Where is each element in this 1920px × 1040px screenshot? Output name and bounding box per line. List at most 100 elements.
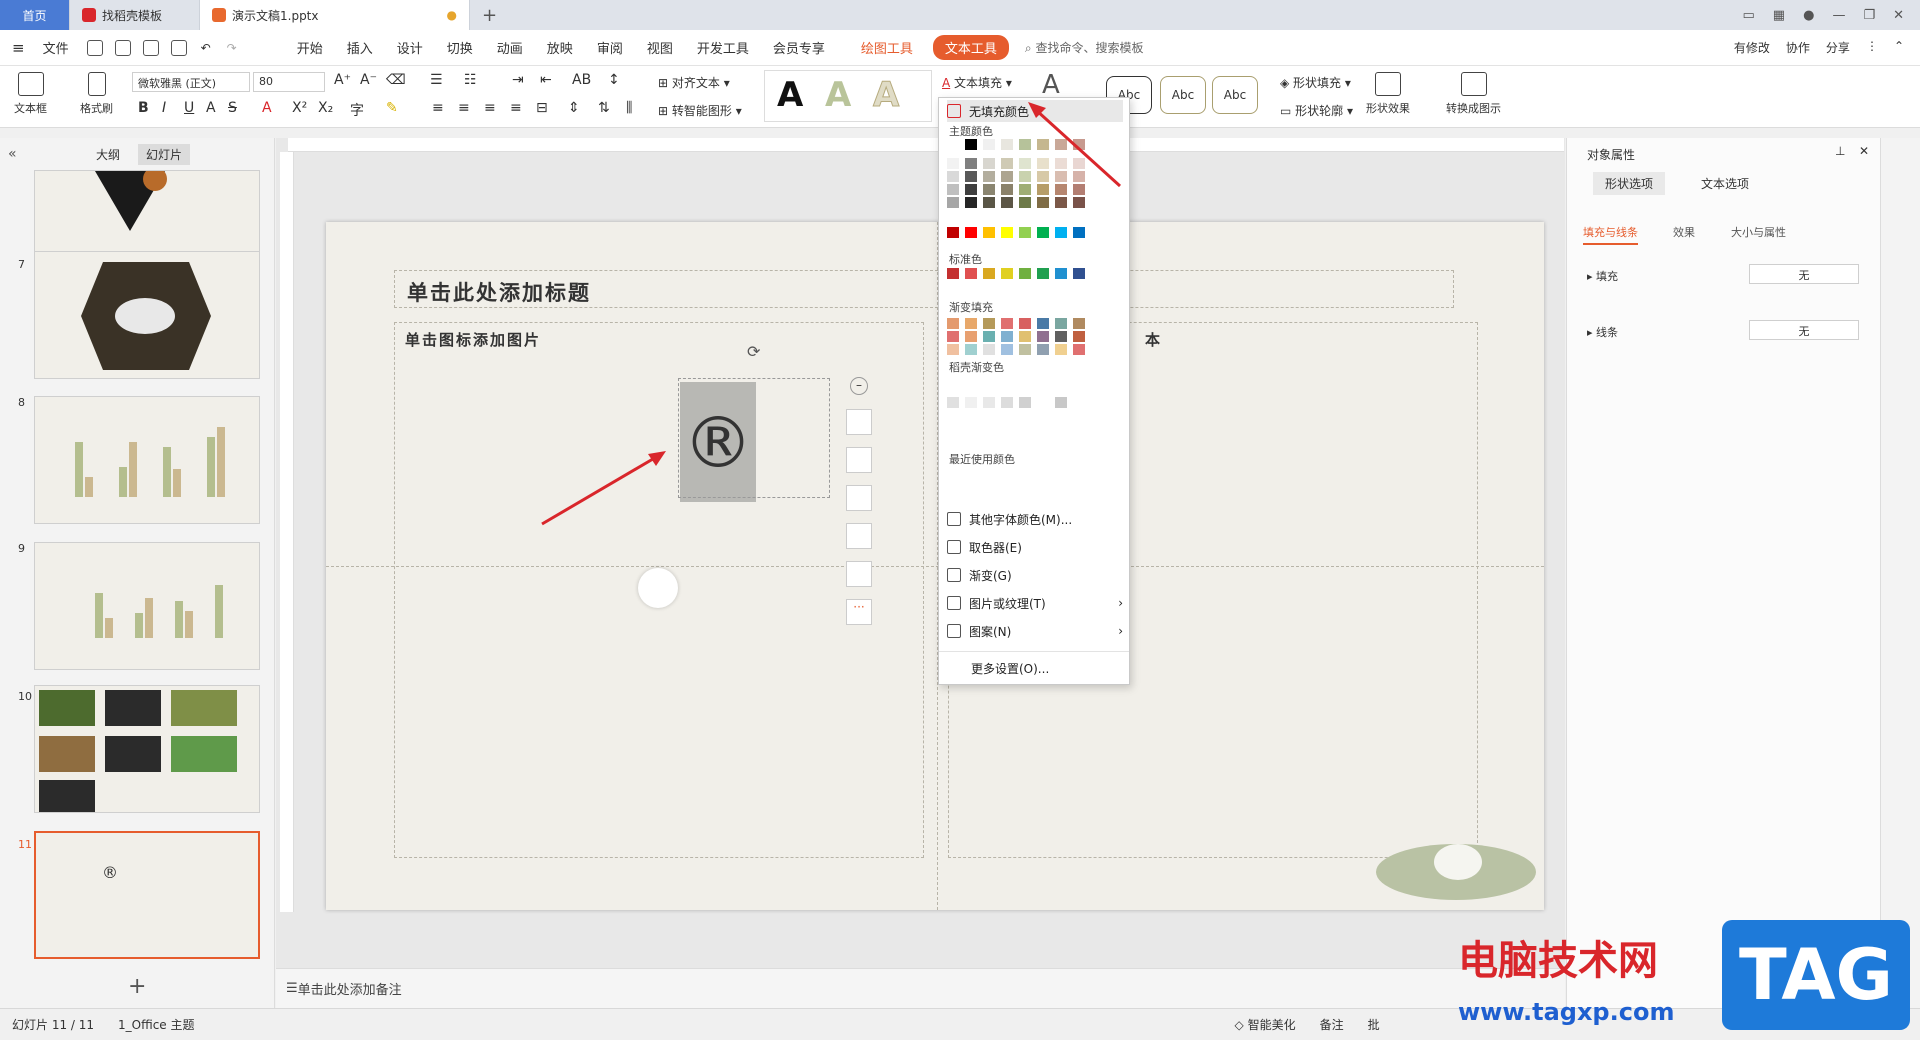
color-swatch[interactable] (1055, 397, 1067, 408)
color-swatch[interactable] (947, 331, 959, 342)
color-swatch[interactable] (1055, 197, 1067, 208)
strikethrough-icon[interactable]: S (228, 100, 237, 116)
color-swatch[interactable] (1001, 268, 1013, 279)
tab-home[interactable]: 首页 (0, 0, 70, 30)
print-icon[interactable] (142, 39, 159, 56)
subscript-icon[interactable]: X₂ (318, 100, 333, 116)
color-swatch[interactable] (947, 184, 959, 195)
color-swatch[interactable] (947, 171, 959, 182)
tab-slides[interactable]: 幻灯片 (138, 144, 191, 165)
color-swatch[interactable] (1073, 139, 1085, 150)
color-swatch[interactable] (983, 197, 995, 208)
color-swatch[interactable] (1037, 184, 1049, 195)
tab-outline[interactable]: 大纲 (96, 146, 120, 163)
clear-format-icon[interactable]: ⌫ (386, 72, 406, 88)
color-swatch[interactable] (1073, 344, 1085, 355)
phonetic-icon[interactable]: 字 (350, 100, 364, 120)
color-swatch[interactable] (1037, 268, 1049, 279)
color-swatch[interactable] (1037, 139, 1049, 150)
convert-diagram-button[interactable]: 转换成图示 (1446, 72, 1501, 116)
color-swatch[interactable] (1073, 268, 1085, 279)
font-size-select[interactable]: 80 (253, 72, 325, 92)
gradient-option[interactable]: 渐变(G) (947, 564, 1123, 586)
superscript-icon[interactable]: X² (292, 100, 307, 116)
close-icon[interactable]: ✕ (1893, 8, 1904, 23)
comment-button[interactable]: 批 (1368, 1016, 1380, 1033)
menu-start[interactable]: 开始 (285, 38, 335, 57)
color-swatch[interactable] (1001, 139, 1013, 150)
color-swatch[interactable] (1001, 331, 1013, 342)
color-swatch[interactable] (1019, 397, 1031, 408)
text-shadow-icon[interactable]: A (206, 100, 216, 116)
collapse-pane-icon[interactable]: « (8, 146, 17, 162)
color-swatch[interactable] (983, 184, 995, 195)
color-swatch[interactable] (947, 344, 959, 355)
color-swatch[interactable] (1019, 318, 1031, 329)
layout-icon[interactable]: ▭ (1743, 8, 1755, 23)
color-swatch[interactable] (1055, 268, 1067, 279)
grid-icon[interactable]: ▦ (1773, 8, 1785, 23)
slide-thumb-7[interactable] (34, 251, 260, 379)
notes-toggle-button[interactable]: 备注 (1320, 1016, 1344, 1033)
bullets-icon[interactable]: ☰ (430, 72, 443, 88)
color-swatch[interactable] (1037, 318, 1049, 329)
color-swatch[interactable] (1001, 171, 1013, 182)
font-family-select[interactable]: 微软雅黑 (正文) (132, 72, 250, 92)
color-swatch[interactable] (1019, 344, 1031, 355)
textbox-button[interactable]: 文本框 (14, 72, 47, 116)
color-swatch[interactable] (1019, 197, 1031, 208)
collapse-ribbon-icon[interactable]: ⌃ (1894, 39, 1904, 56)
highlight-icon[interactable]: ✎ (386, 100, 398, 116)
color-swatch[interactable] (983, 227, 995, 238)
align-right-icon[interactable]: ≡ (484, 100, 496, 116)
color-swatch[interactable] (1019, 268, 1031, 279)
slide-thumb-8[interactable] (34, 396, 260, 524)
underline-icon[interactable]: U (184, 100, 194, 116)
menu-animation[interactable]: 动画 (485, 38, 535, 57)
color-swatch[interactable] (1055, 331, 1067, 342)
color-swatch[interactable] (1055, 344, 1067, 355)
smart-art-button[interactable]: ⊞ 转智能图形 ▾ (658, 102, 742, 119)
menu-member[interactable]: 会员专享 (761, 38, 837, 57)
menu-developer[interactable]: 开发工具 (685, 38, 761, 57)
align-text-button[interactable]: ⊞ 对齐文本 ▾ (658, 74, 730, 91)
color-swatch[interactable] (965, 184, 977, 195)
close-pane-icon[interactable]: ✕ (1859, 144, 1869, 158)
color-swatch[interactable] (947, 227, 959, 238)
color-swatch[interactable] (983, 139, 995, 150)
add-slide-icon[interactable]: + (128, 974, 146, 999)
color-swatch[interactable] (983, 397, 995, 408)
bold-icon[interactable]: B (138, 100, 149, 116)
color-swatch[interactable] (947, 158, 959, 169)
line-select[interactable]: 无 (1749, 320, 1859, 340)
text-outline-icon[interactable]: A (1042, 70, 1060, 100)
wordart-gallery[interactable]: A A A (764, 70, 932, 122)
color-swatch[interactable] (1019, 158, 1031, 169)
color-swatch[interactable] (983, 158, 995, 169)
tab-shape-options[interactable]: 形状选项 (1593, 172, 1666, 195)
color-swatch[interactable] (1037, 331, 1049, 342)
color-swatch[interactable] (1037, 171, 1049, 182)
color-swatch[interactable] (965, 268, 977, 279)
color-swatch[interactable] (983, 171, 995, 182)
menu-slideshow[interactable]: 放映 (535, 38, 585, 57)
share-button[interactable]: 分享 (1826, 39, 1850, 56)
spacing-icon[interactable]: ⇕ (568, 100, 580, 116)
shape-style-2[interactable]: Abc (1160, 76, 1206, 114)
shape-outline-button[interactable]: ▭ 形状轮廓 ▾ (1280, 102, 1353, 119)
color-swatch[interactable] (965, 139, 977, 150)
fill-select[interactable]: 无 (1749, 264, 1859, 284)
new-tab-button[interactable]: + (470, 0, 509, 30)
line-spacing-icon[interactable]: ↕ (608, 72, 620, 88)
menu-insert[interactable]: 插入 (335, 38, 385, 57)
color-swatch[interactable] (1001, 184, 1013, 195)
tab-fill-line[interactable]: 填充与线条 (1583, 224, 1638, 245)
color-swatch[interactable] (1001, 318, 1013, 329)
tab-size-props[interactable]: 大小与属性 (1731, 224, 1786, 240)
color-swatch[interactable] (1073, 318, 1085, 329)
tab-effect[interactable]: 效果 (1673, 224, 1695, 240)
color-swatch[interactable] (965, 171, 977, 182)
color-swatch[interactable] (965, 318, 977, 329)
slide-thumb-11[interactable]: ® (34, 831, 260, 959)
color-swatch[interactable] (1001, 158, 1013, 169)
